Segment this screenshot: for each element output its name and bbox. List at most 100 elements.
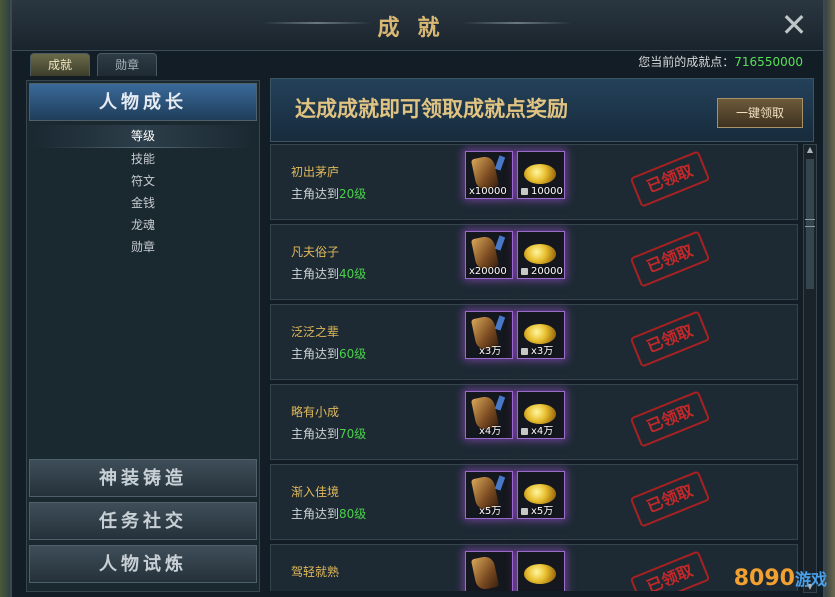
- window-title: 成就: [377, 15, 458, 41]
- reward-slot-armor[interactable]: x3万: [465, 311, 513, 359]
- subcategory-level[interactable]: 等级: [29, 125, 257, 147]
- desc-prefix: 主角达到: [291, 267, 340, 281]
- category-character-trial[interactable]: 人物试炼: [29, 545, 257, 583]
- category-sidebar: 人物成长 等级 技能 符文 金钱 龙魂 勋章 神装铸造 任务社交 人物试炼: [26, 80, 260, 592]
- lock-icon: [521, 348, 528, 355]
- desc-level: 70级: [339, 427, 367, 441]
- reward-qty: 20000: [531, 266, 563, 277]
- claimed-stamp: 已领取: [629, 150, 711, 208]
- achievement-desc: 主角达到70级: [291, 425, 366, 442]
- desc-level: 20级: [339, 187, 367, 201]
- list-scrollbar[interactable]: ▲ ▼: [803, 144, 817, 593]
- reward-banner: 达成成就即可领取成就点奖励 一键领取: [270, 78, 814, 142]
- title-ornament-right: [462, 22, 572, 24]
- reward-qty: x20000: [469, 266, 507, 277]
- claimed-stamp: 已领取: [629, 310, 711, 368]
- points-value: 716550000: [734, 55, 803, 69]
- achievement-list: 初出茅庐 主角达到20级 x10000 10000 已领取 凡夫俗子 主角达到4…: [270, 144, 798, 591]
- desc-level: 60级: [339, 347, 367, 361]
- window-titlebar[interactable]: 成就 ✕: [12, 0, 823, 51]
- achievement-window: 成就 ✕ 成就 勋章 您当前的成就点：716550000 人物成长 等级 技能 …: [10, 0, 825, 597]
- reward-slot-gold[interactable]: x5万: [517, 471, 565, 519]
- reward-slot-armor[interactable]: x10000: [465, 151, 513, 199]
- achievement-name: 泛泛之辈: [291, 325, 340, 339]
- desc-level: 80级: [339, 507, 367, 521]
- tab-bar: 成就 勋章: [30, 53, 159, 77]
- reward-slot-gold[interactable]: x4万: [517, 391, 565, 439]
- blade-icon: [494, 155, 506, 171]
- subcategory-medal[interactable]: 勋章: [29, 236, 257, 258]
- claim-all-button[interactable]: 一键领取: [717, 98, 803, 128]
- achievement-row: 渐入佳境 主角达到80级 x5万 x5万 已领取: [270, 464, 798, 540]
- achievement-row: 泛泛之辈 主角达到60级 x3万 x3万 已领取: [270, 304, 798, 380]
- category-quest-social[interactable]: 任务社交: [29, 502, 257, 540]
- achievement-row: 初出茅庐 主角达到20级 x10000 10000 已领取: [270, 144, 798, 220]
- site-watermark: 8090游戏: [734, 566, 827, 591]
- subcategory-dragon-soul[interactable]: 龙魂: [29, 214, 257, 236]
- reward-slot-armor[interactable]: x4万: [465, 391, 513, 439]
- achievement-name: 驾轻就熟: [291, 565, 340, 579]
- shield-armor-icon: [470, 555, 500, 591]
- lock-icon: [521, 268, 528, 275]
- reward-slot-armor[interactable]: x20000: [465, 231, 513, 279]
- lock-icon: [521, 428, 528, 435]
- desc-prefix: 主角达到: [291, 347, 340, 361]
- desc-prefix: 主角达到: [291, 507, 340, 521]
- gold-coins-icon: [524, 324, 556, 344]
- blade-icon: [494, 475, 506, 491]
- blade-icon: [494, 315, 506, 331]
- reward-qty: 10000: [531, 186, 563, 197]
- claimed-stamp: 已领取: [629, 470, 711, 528]
- reward-qty: x10000: [469, 186, 507, 197]
- tab-medals[interactable]: 勋章: [97, 53, 158, 76]
- reward-slot-gold[interactable]: x3万: [517, 311, 565, 359]
- scroll-grip-icon: [805, 219, 815, 227]
- gold-coins-icon: [524, 564, 556, 584]
- claimed-stamp: 已领取: [629, 550, 711, 591]
- achievement-name: 凡夫俗子: [291, 245, 340, 259]
- achievement-row: 凡夫俗子 主角达到40级 x20000 20000 已领取: [270, 224, 798, 300]
- banner-text: 达成成就即可领取成就点奖励: [295, 96, 568, 121]
- lock-icon: [521, 188, 528, 195]
- desc-prefix: 主角达到: [291, 427, 340, 441]
- blade-icon: [494, 395, 506, 411]
- reward-qty: x3万: [531, 346, 554, 357]
- achievement-desc: 主角达到20级: [291, 185, 366, 202]
- achievement-points: 您当前的成就点：716550000: [638, 53, 803, 70]
- gold-coins-icon: [524, 244, 556, 264]
- desc-level: 40级: [339, 267, 367, 281]
- achievement-name: 略有小成: [291, 405, 340, 419]
- gold-coins-icon: [524, 164, 556, 184]
- subcategory-rune[interactable]: 符文: [29, 170, 257, 192]
- achievement-desc: 主角达到60级: [291, 345, 366, 362]
- subcategory-list: 等级 技能 符文 金钱 龙魂 勋章: [29, 125, 257, 258]
- achievement-name: 初出茅庐: [291, 165, 340, 179]
- reward-qty: x4万: [479, 426, 502, 437]
- close-icon[interactable]: ✕: [779, 9, 809, 41]
- reward-qty: x5万: [479, 506, 502, 517]
- desc-prefix: 主角达到: [291, 187, 340, 201]
- reward-qty: x3万: [479, 346, 502, 357]
- points-label: 您当前的成就点：: [638, 55, 735, 69]
- reward-slot-gold[interactable]: 10000: [517, 151, 565, 199]
- watermark-main: 8090: [733, 566, 795, 591]
- reward-slot-gold[interactable]: [517, 551, 565, 591]
- gold-coins-icon: [524, 484, 556, 504]
- reward-qty: x5万: [531, 506, 554, 517]
- reward-slot-armor[interactable]: x5万: [465, 471, 513, 519]
- claimed-stamp: 已领取: [629, 230, 711, 288]
- subcategory-skill[interactable]: 技能: [29, 148, 257, 170]
- gold-coins-icon: [524, 404, 556, 424]
- category-divine-forging[interactable]: 神装铸造: [29, 459, 257, 497]
- scroll-up-icon[interactable]: ▲: [804, 145, 816, 155]
- blade-icon: [494, 235, 506, 251]
- achievement-row: 驾轻就熟 已领取: [270, 544, 798, 591]
- reward-slot-armor[interactable]: [465, 551, 513, 591]
- claimed-stamp: 已领取: [629, 390, 711, 448]
- achievement-name: 渐入佳境: [291, 485, 340, 499]
- tab-achievements[interactable]: 成就: [30, 53, 90, 76]
- category-character-growth[interactable]: 人物成长: [29, 83, 257, 121]
- subcategory-money[interactable]: 金钱: [29, 192, 257, 214]
- achievement-row: 略有小成 主角达到70级 x4万 x4万 已领取: [270, 384, 798, 460]
- reward-slot-gold[interactable]: 20000: [517, 231, 565, 279]
